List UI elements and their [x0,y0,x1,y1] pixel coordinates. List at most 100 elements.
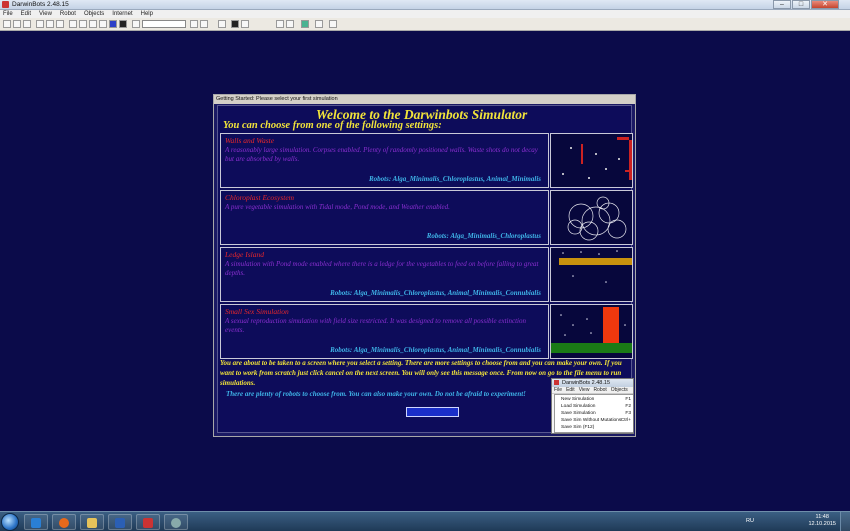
setting-small-sex-simulation[interactable]: Small Sex Simulation A sexual reproducti… [220,304,549,359]
mini-menu-item: Save Sim Without Mutations Ctrl+ [555,417,633,424]
mini-titlebar: DarwinBots 2.48.15 [552,379,633,387]
taskbar-firefox[interactable] [52,514,76,530]
checkerboard-icon[interactable] [329,20,337,28]
setting-robots: Robots: Alga_Minimalis_Chloroplastus, An… [368,175,541,183]
taskbar-ie[interactable] [24,514,48,530]
line-dropdown-icon[interactable] [200,20,208,28]
mini-item-accel: F1 [625,397,631,402]
arrow-right-icon[interactable] [89,20,97,28]
menu-file[interactable]: File [3,10,13,18]
taskbar-app[interactable] [164,514,188,530]
new-icon[interactable] [3,20,11,28]
mini-item-accel: F3 [625,411,631,416]
mini-menu-view: View [578,387,590,393]
mini-title-text: DarwinBots 2.48.15 [562,380,610,386]
ledge-preview-image [551,248,632,301]
zoom-in-icon[interactable] [276,20,284,28]
mini-item-label: Save Simulation [561,411,596,416]
target-icon[interactable] [99,20,107,28]
mini-item-label: New Simulation [561,397,595,402]
dark-square-icon[interactable] [119,20,127,28]
setting-ledge-island[interactable]: Ledge Island A simulation with Pond mode… [220,247,549,302]
show-desktop-button[interactable] [840,512,850,531]
taskbar-explorer[interactable] [80,514,104,530]
settings-icon[interactable] [218,20,226,28]
minimize-button[interactable]: – [773,0,791,9]
clock-time: 11:48 [815,514,829,520]
arrow-both-icon[interactable] [79,20,87,28]
setting-robots: Robots: Alga_Minimalis_Chloroplastus, An… [330,289,541,297]
setting-robots: Robots: Alga_Minimalis_Chloroplastus [426,232,541,240]
mini-item-label: Load Simulation [561,404,596,409]
setting-title: Walls and Waste [225,136,275,145]
pen-icon[interactable] [132,20,140,28]
fullscreen-icon[interactable] [315,20,323,28]
setting-chloroplast-ecosystem[interactable]: Chloroplast Ecosystem A pure vegetable s… [220,190,549,245]
open-icon[interactable] [13,20,21,28]
setting-preview-chloroplast[interactable] [550,190,633,245]
menu-objects[interactable]: Objects [84,10,104,18]
clock-date: 12.10.2015 [808,521,836,527]
mini-item-label: Save Sim Without Mutations [561,418,622,423]
darwinbots-app-icon [2,1,9,8]
toolbar [0,18,850,31]
window-titlebar: DarwinBots 2.48.15 – □ ✕ [0,0,850,10]
small-sex-preview-image [551,305,632,358]
zoom-out-icon[interactable] [286,20,294,28]
dialog-body: Welcome to the Darwinbots Simulator You … [217,105,634,434]
window-title: DarwinBots 2.48.15 [12,1,69,8]
getting-started-dialog: Getting Started: Please select your firs… [213,94,636,437]
setting-walls-and-waste[interactable]: Walls and Waste A reasonably large simul… [220,133,549,188]
language-indicator[interactable]: RU [746,518,754,524]
ie-icon [31,518,41,528]
menu-robot[interactable]: Robot [60,10,76,18]
close-button[interactable]: ✕ [811,0,839,9]
mini-item-accel: Ctrl+ [620,418,631,423]
dialog-subheading: You can choose from one of the following… [223,120,442,131]
menu-internet[interactable]: Internet [112,10,132,18]
mini-menubar: File Edit View Robot Objects [552,387,633,394]
skull-icon[interactable] [231,20,239,28]
word-icon [115,518,125,528]
setting-description: A simulation with Pond mode enabled wher… [225,260,539,277]
setting-preview-walls[interactable] [550,133,633,188]
firefox-icon [59,518,69,528]
arrow-left-icon[interactable] [69,20,77,28]
setting-robots: Robots: Alga_Minimalis_Chloroplastus, An… [330,346,541,354]
robot-select-dropdown[interactable] [142,20,186,28]
file-menu-screenshot: DarwinBots 2.48.15 File Edit View Robot … [551,378,634,434]
pause-icon[interactable] [56,20,64,28]
ok-button[interactable] [406,407,459,417]
menu-help[interactable]: Help [141,10,153,18]
menu-bar: File Edit View Robot Objects Internet He… [0,10,850,18]
mini-menu-objects: Objects [610,387,628,393]
shape-dropdown-icon[interactable] [190,20,198,28]
color-square-icon[interactable] [109,20,117,28]
menu-view[interactable]: View [39,10,52,18]
mini-menu-edit: Edit [566,387,575,393]
mini-menu-item: Save Sim (F12) [555,424,633,431]
step-icon[interactable] [46,20,54,28]
clock[interactable]: 11:48 12.10.2015 [808,514,836,528]
wand-icon[interactable] [241,20,249,28]
setting-title: Chloroplast Ecosystem [225,193,295,202]
folder-icon [87,518,97,528]
start-button[interactable] [1,513,19,531]
maximize-button[interactable]: □ [792,0,810,9]
menu-edit[interactable]: Edit [21,10,31,18]
save-icon[interactable] [23,20,31,28]
setting-title: Ledge Island [225,250,264,259]
setting-preview-ledge[interactable] [550,247,633,302]
taskbar-darwinbots[interactable] [136,514,160,530]
darwinbots-icon [143,518,153,528]
setting-preview-small-sex[interactable] [550,304,633,359]
play-icon[interactable] [36,20,44,28]
view-icon[interactable] [301,20,309,28]
mini-menu-item: New Simulation F1 [555,396,633,403]
app-icon [171,518,181,528]
dialog-title: Getting Started: Please select your firs… [214,95,635,104]
mini-item-label: Save Sim (F12) [561,425,595,430]
taskbar-word[interactable] [108,514,132,530]
robots-message: There are plenty of robots to choose fro… [226,390,526,398]
mini-menu-file: File [554,387,563,393]
